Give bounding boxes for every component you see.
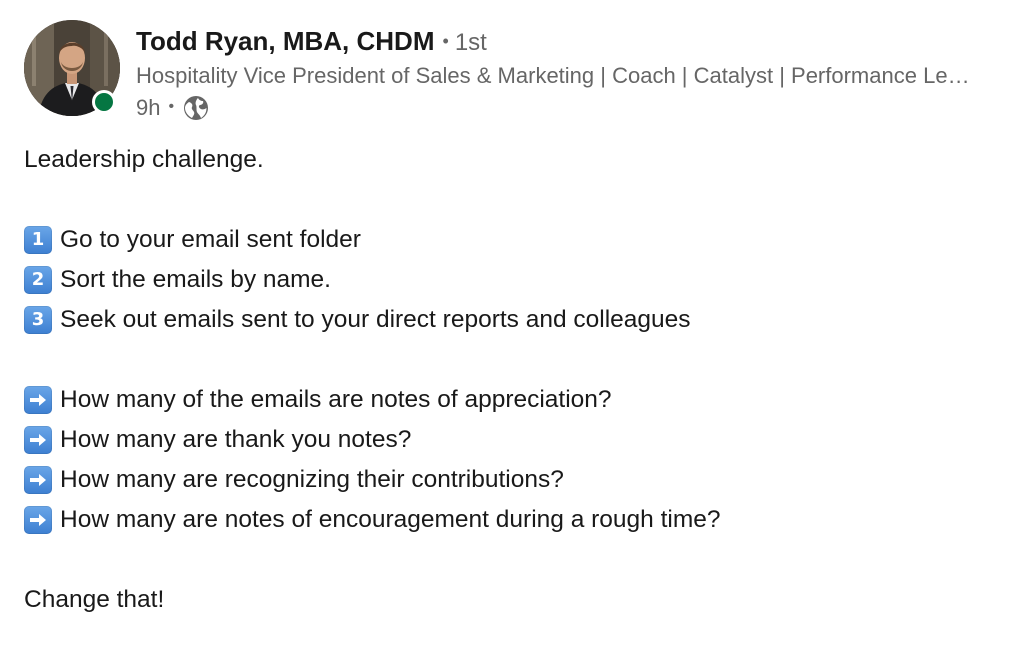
- question-text: How many are recognizing their contribut…: [60, 466, 564, 493]
- author-name[interactable]: Todd Ryan, MBA, CHDM: [136, 26, 435, 56]
- right-arrow-icon: [24, 466, 52, 494]
- post-meta: 9h •: [136, 92, 986, 124]
- keycap-one-icon: 1: [24, 226, 52, 254]
- right-arrow-icon: [24, 506, 52, 534]
- question-text: How many are notes of encouragement duri…: [60, 506, 721, 533]
- post-content: Leadership challenge. 1 Go to your email…: [24, 140, 994, 620]
- feed-post: Todd Ryan, MBA, CHDM • 1st Hospitality Vic…: [0, 0, 1014, 646]
- right-arrow-icon: [24, 426, 52, 454]
- post-author-info: Todd Ryan, MBA, CHDM • 1st Hospitality Vic…: [136, 24, 986, 124]
- keycap-three-icon: 3: [24, 306, 52, 334]
- author-avatar-container[interactable]: [24, 20, 120, 116]
- meta-separator: •: [168, 98, 175, 115]
- list-item: 2 Sort the emails by name.: [24, 260, 994, 300]
- step-text: Go to your email sent folder: [60, 226, 361, 253]
- author-headline: Hospitality Vice President of Sales & Ma…: [136, 63, 981, 88]
- online-status-indicator: [92, 90, 116, 114]
- list-item: How many of the emails are notes of appr…: [24, 380, 994, 420]
- post-intro: Leadership challenge.: [24, 140, 994, 180]
- post-closing: Change that!: [24, 580, 994, 620]
- list-item: How many are recognizing their contribut…: [24, 460, 994, 500]
- list-item: 1 Go to your email sent folder: [24, 220, 994, 260]
- list-item: 3 Seek out emails sent to your direct re…: [24, 300, 994, 340]
- connection-degree: 1st: [454, 29, 487, 56]
- step-text: Sort the emails by name.: [60, 266, 331, 293]
- closing-text: Change that!: [24, 586, 165, 613]
- globe-icon: [182, 94, 210, 122]
- question-text: How many of the emails are notes of appr…: [60, 386, 612, 413]
- question-text: How many are thank you notes?: [60, 426, 412, 453]
- intro-text: Leadership challenge.: [24, 146, 264, 173]
- author-name-line: Todd Ryan, MBA, CHDM • 1st: [136, 24, 986, 58]
- list-item: How many are notes of encouragement duri…: [24, 500, 994, 540]
- list-item: How many are thank you notes?: [24, 420, 994, 460]
- right-arrow-icon: [24, 386, 52, 414]
- post-timestamp[interactable]: 9h: [136, 92, 160, 124]
- step-text: Seek out emails sent to your direct repo…: [60, 306, 691, 333]
- name-separator: •: [442, 31, 449, 51]
- keycap-two-icon: 2: [24, 266, 52, 294]
